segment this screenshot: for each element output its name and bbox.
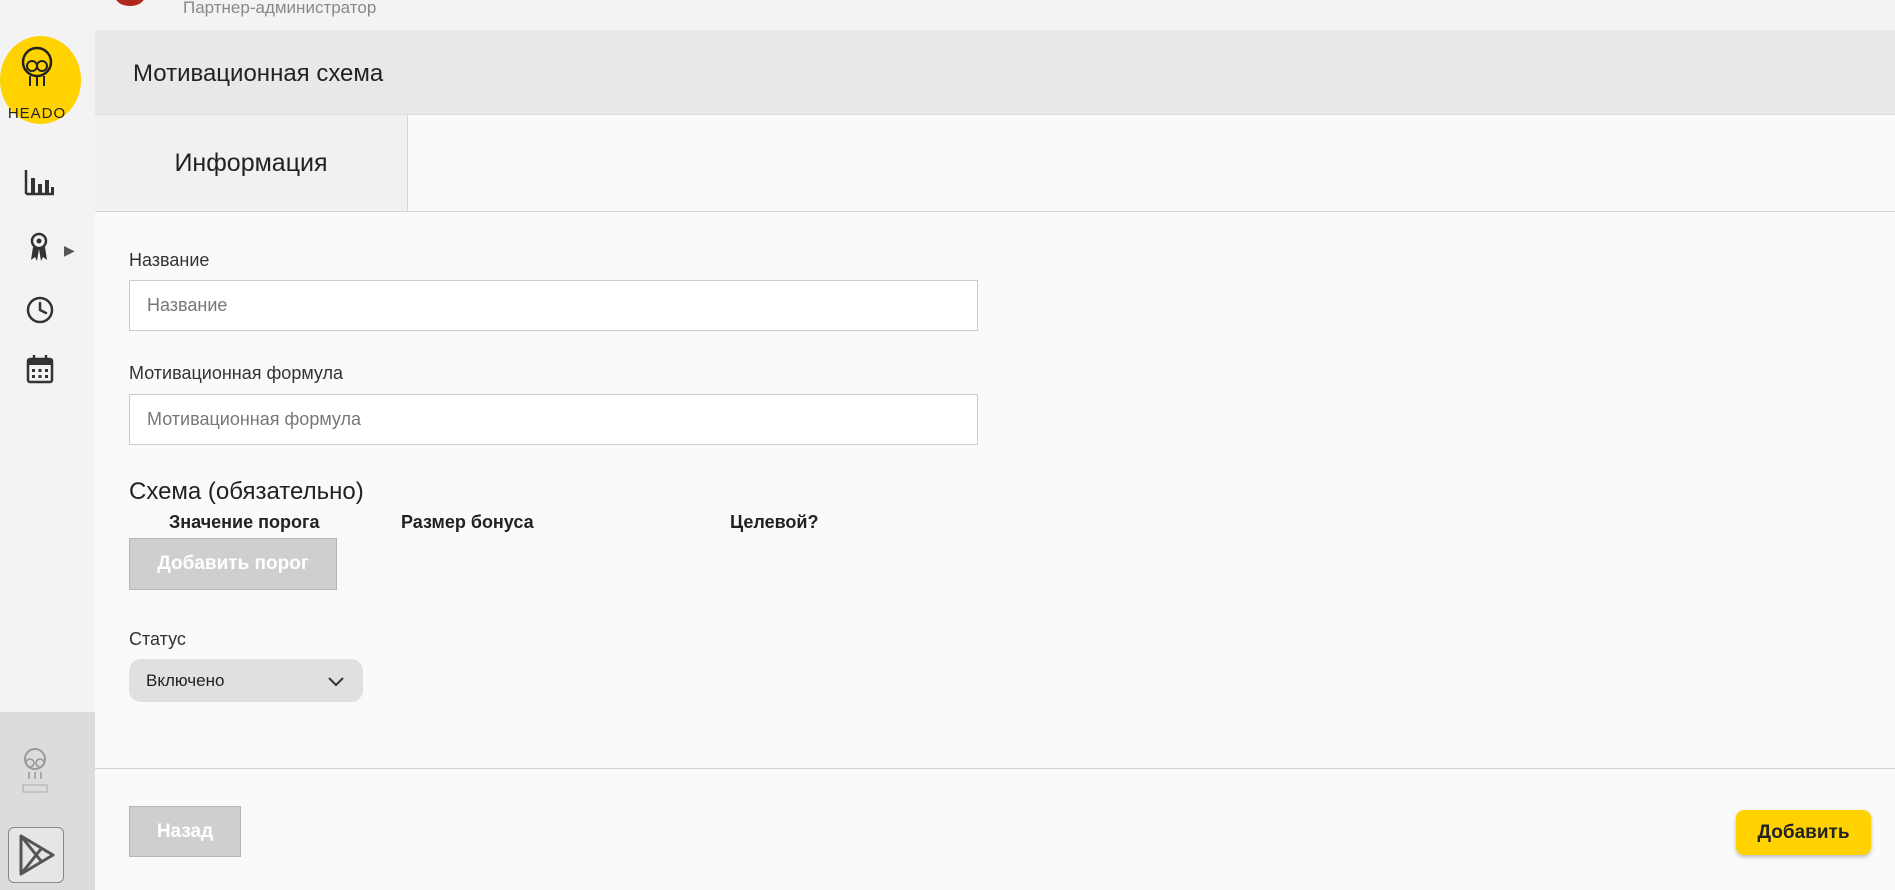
status-label: Статус (129, 629, 186, 649)
user-avatar[interactable] (115, 0, 145, 6)
column-threshold-value: Значение порога (169, 512, 320, 532)
play-store-button[interactable] (8, 827, 64, 883)
formula-label: Мотивационная формула (129, 363, 344, 383)
status-value: Включено (146, 671, 225, 690)
chevron-down-icon (328, 677, 344, 687)
status-select[interactable]: Включено (129, 659, 363, 702)
tab-bar: Информация (95, 115, 1895, 212)
user-role: Партнер-администратор (183, 0, 377, 17)
column-bonus-size: Размер бонуса (401, 512, 534, 532)
formula-input[interactable] (129, 394, 978, 445)
tab-label: Информация (174, 148, 328, 177)
footer-divider (95, 768, 1895, 769)
play-store-icon (19, 834, 55, 876)
name-input[interactable] (129, 280, 978, 331)
page-header: Мотивационная схема (95, 30, 1895, 115)
bar-chart-icon[interactable] (22, 166, 58, 202)
column-target: Целевой? (730, 512, 819, 532)
heado-mini-logo-icon (13, 745, 57, 800)
back-button[interactable]: Назад (129, 806, 241, 857)
name-label: Название (129, 250, 210, 270)
add-threshold-button[interactable]: Добавить порог (129, 538, 337, 590)
page-title: Мотивационная схема (133, 60, 384, 87)
calendar-icon[interactable] (22, 352, 58, 388)
tab-information[interactable]: Информация (95, 115, 408, 211)
submenu-arrow-icon[interactable]: ▶ (64, 242, 75, 259)
clock-icon[interactable] (22, 293, 58, 329)
main-content: Мотивационная схема Информация Название … (95, 30, 1895, 890)
award-icon[interactable] (22, 230, 58, 266)
heado-logo[interactable]: HEADO (0, 36, 81, 124)
logo-text: HEADO (8, 105, 66, 122)
add-button[interactable]: Добавить (1736, 810, 1871, 855)
scheme-title: Схема (обязательно) (129, 478, 364, 505)
top-bar: Партнер-администратор (0, 0, 1895, 30)
